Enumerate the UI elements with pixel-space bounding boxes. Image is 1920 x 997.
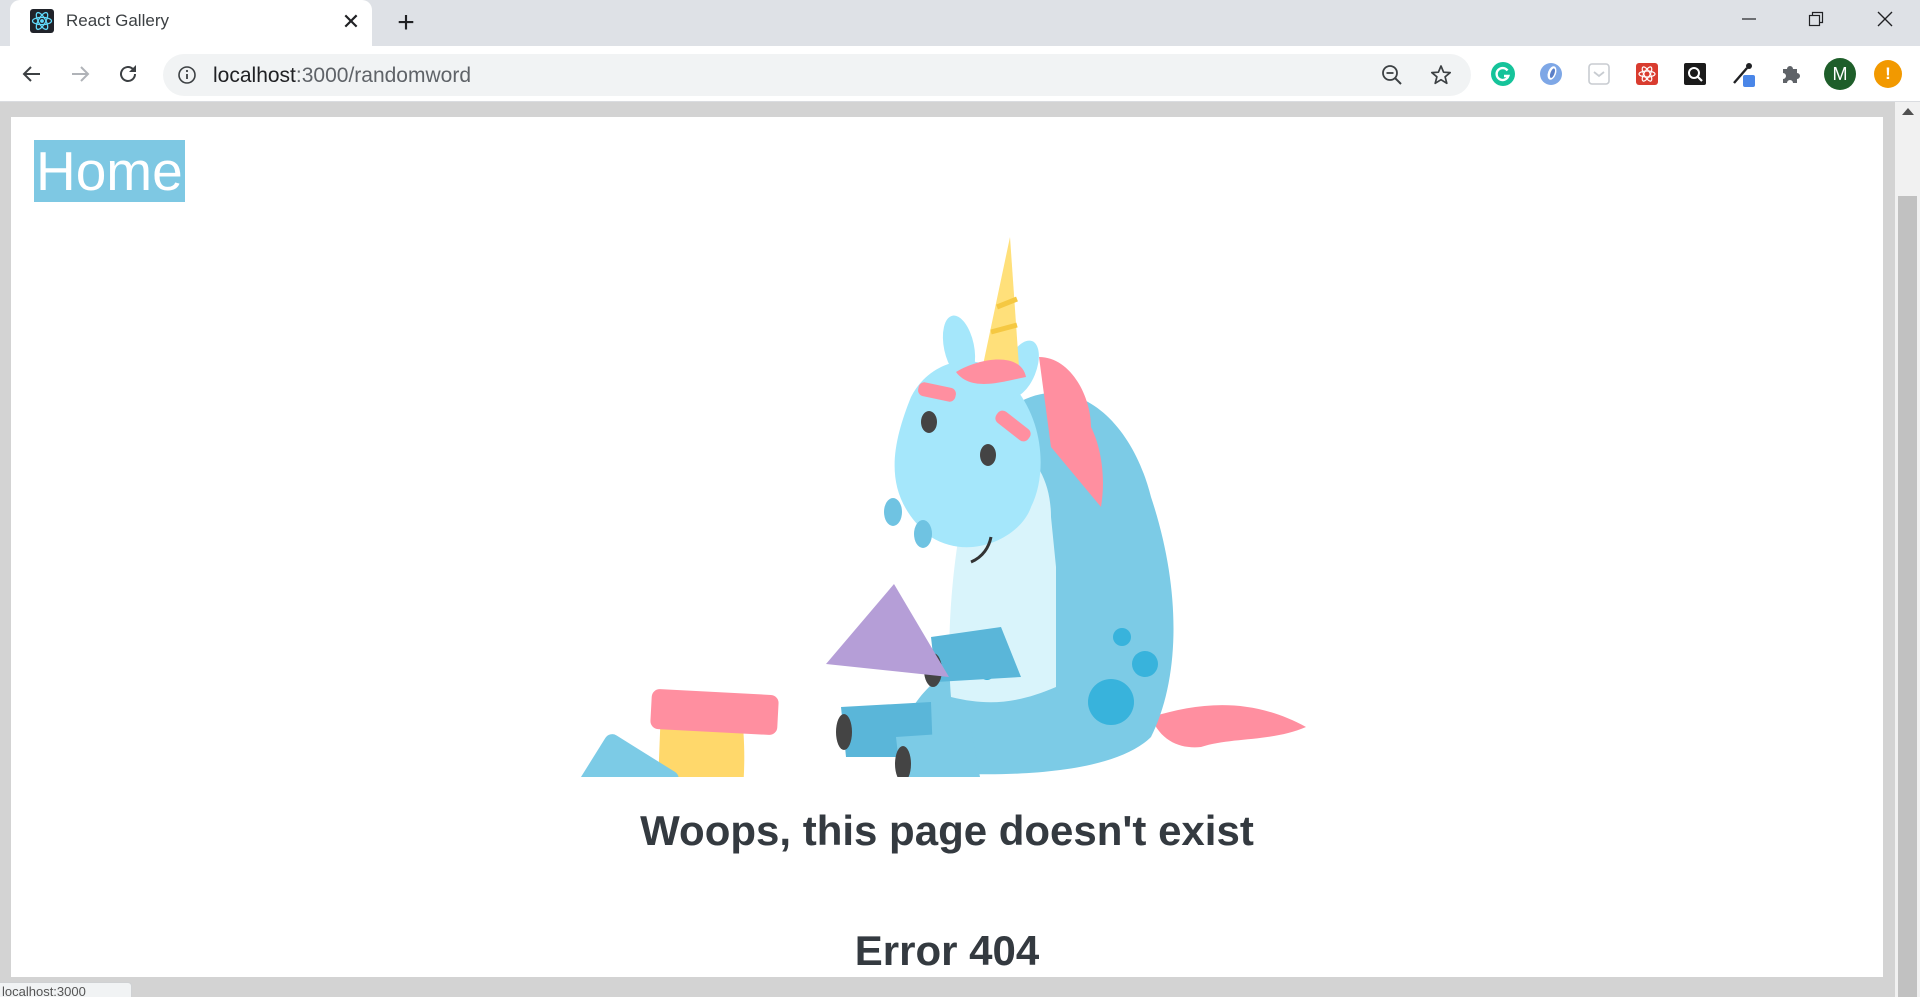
page-scrollbar[interactable] bbox=[1895, 102, 1920, 997]
error-code-heading: Error 404 bbox=[854, 927, 1040, 974]
bookmark-star-icon[interactable] bbox=[1430, 64, 1452, 86]
address-bar[interactable]: localhost:3000/randomword bbox=[163, 54, 1471, 96]
close-window-button[interactable] bbox=[1855, 0, 1915, 40]
new-tab-button[interactable]: + bbox=[388, 5, 424, 41]
zoom-out-icon[interactable] bbox=[1381, 64, 1403, 86]
tab-title: React Gallery bbox=[66, 11, 169, 30]
reload-icon bbox=[120, 65, 136, 82]
scroll-up-arrow-icon[interactable] bbox=[1902, 108, 1914, 115]
back-button[interactable] bbox=[14, 56, 50, 92]
scroll-thumb[interactable] bbox=[1898, 196, 1917, 997]
browser-tab[interactable]: React Gallery ✕ bbox=[10, 0, 372, 46]
status-bubble: localhost:3000 bbox=[0, 982, 132, 997]
restore-icon bbox=[1808, 11, 1824, 27]
browser-toolbar: localhost:3000/randomword M ! bbox=[0, 46, 1920, 102]
forward-button[interactable] bbox=[62, 56, 98, 92]
react-devtools-icon[interactable] bbox=[1633, 60, 1661, 88]
minimize-button[interactable] bbox=[1719, 0, 1779, 40]
forward-arrow-icon bbox=[72, 66, 90, 82]
url-text[interactable]: localhost:3000/randomword bbox=[213, 64, 471, 88]
color-picker-icon[interactable] bbox=[1729, 60, 1757, 88]
react-atom-icon bbox=[30, 9, 54, 33]
reload-button[interactable] bbox=[110, 56, 146, 92]
grammarly-icon[interactable] bbox=[1489, 60, 1517, 88]
pocket-icon[interactable] bbox=[1585, 60, 1613, 88]
url-host: localhost bbox=[213, 64, 296, 87]
close-icon bbox=[1877, 11, 1893, 27]
minimize-icon bbox=[1742, 18, 1756, 20]
restore-button[interactable] bbox=[1786, 0, 1846, 40]
page-viewport: Home Woops, this page doesn't exist Erro… bbox=[0, 102, 1920, 997]
home-link[interactable]: Home bbox=[34, 140, 185, 202]
not-found-heading: Woops, this page doesn't exist bbox=[640, 807, 1254, 854]
extensions-puzzle-icon[interactable] bbox=[1777, 60, 1805, 88]
profile-avatar[interactable]: M bbox=[1824, 58, 1856, 90]
info-icon[interactable] bbox=[177, 65, 197, 85]
page-body: Home Woops, this page doesn't exist Erro… bbox=[11, 117, 1883, 977]
tab-close-icon[interactable]: ✕ bbox=[336, 7, 366, 37]
back-arrow-icon bbox=[22, 66, 40, 82]
tab-strip: React Gallery ✕ + bbox=[0, 0, 1920, 46]
extension-orb-icon[interactable] bbox=[1537, 60, 1565, 88]
unicorn-illustration bbox=[567, 237, 1306, 777]
search-inspect-icon[interactable] bbox=[1681, 60, 1709, 88]
url-path: :3000/randomword bbox=[295, 64, 471, 87]
update-alert-icon[interactable]: ! bbox=[1874, 60, 1902, 88]
